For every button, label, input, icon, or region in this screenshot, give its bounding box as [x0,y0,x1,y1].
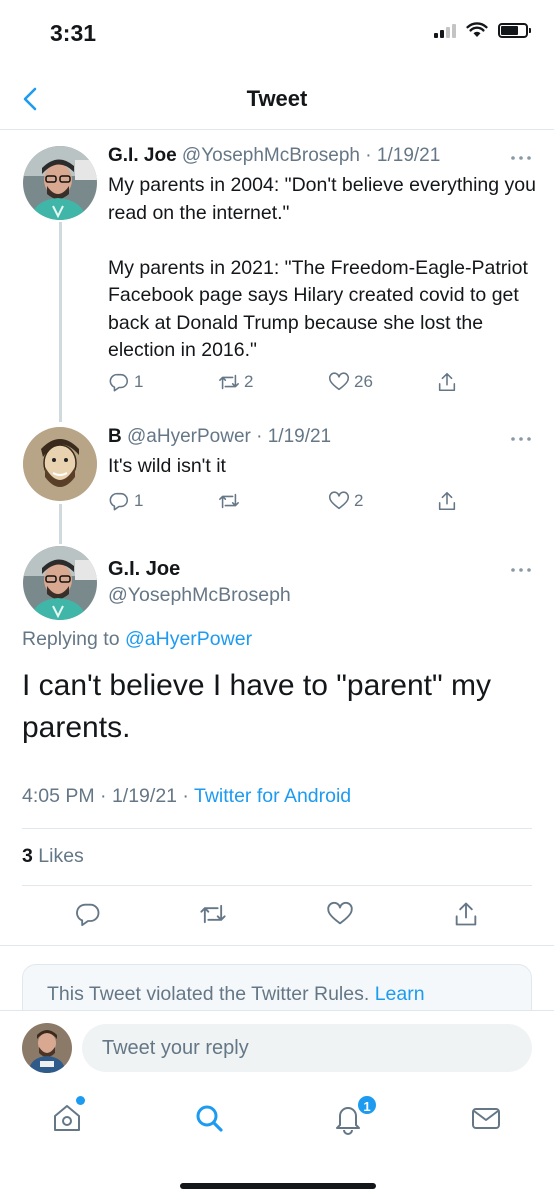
tweet-date: · 1/19/21 [256,426,332,447]
tweet-text: It's wild isn't it [108,455,226,477]
home-icon[interactable] [50,1101,84,1135]
bottom-bar: 1 [0,1010,554,1200]
retweet-icon [219,374,239,390]
likes-label: Likes [32,845,84,867]
share-icon[interactable] [452,900,480,928]
share-icon [438,372,456,392]
reply-count: 1 [134,491,144,510]
violation-text: This Tweet violated the Twitter Rules. L… [47,983,425,1006]
retweet-button[interactable]: 2 [218,371,253,393]
reply-icon[interactable] [74,900,102,928]
heart-icon[interactable] [326,900,354,928]
tweet-header: G.I. Joe @YosephMcBroseph · 1/19/21 [108,145,440,167]
reply-button[interactable]: 1 [108,371,143,393]
tweet-text: I can't believe I have to "parent" my pa… [22,669,491,744]
new-content-dot [76,1096,85,1105]
messages-icon[interactable] [469,1101,503,1135]
heart-icon [329,372,349,391]
share-icon [438,491,456,511]
replying-to-link[interactable]: @aHyerPower [125,628,252,650]
retweet-icon[interactable] [199,900,227,928]
tweet-source-link[interactable]: Twitter for Android [194,785,351,807]
tweet-actions: 1 2 26 [108,371,468,397]
retweet-button[interactable] [218,490,244,512]
avatar[interactable] [23,546,97,620]
display-name[interactable]: G.I. Joe [108,558,180,581]
nav-header: Tweet [0,70,554,130]
reply-input[interactable] [82,1024,532,1072]
status-icons [434,22,531,38]
replying-to: Replying to @aHyerPower [22,628,252,651]
more-options-icon[interactable] [510,154,532,162]
heart-icon [329,491,349,510]
like-count: 26 [354,372,373,391]
handle[interactable]: @YosephMcBroseph [182,145,360,166]
handle[interactable]: @YosephMcBroseph [108,584,291,607]
tweet-timestamp: 4:05 PM · 1/19/21 · [22,785,194,807]
reply-count: 1 [134,372,144,391]
like-button[interactable]: 26 [328,371,373,393]
reply-icon [109,373,129,392]
display-name[interactable]: B [108,426,122,447]
likes-summary[interactable]: 3 Likes [22,845,84,868]
replying-prefix: Replying to [22,628,125,650]
tweet-actions: 1 2 [108,490,468,516]
avatar[interactable] [23,427,97,501]
thread-line [59,504,62,544]
tweet-text: My parents in 2004: "Don't believe every… [108,174,536,361]
reply-icon [109,492,129,511]
handle[interactable]: @aHyerPower [127,426,251,447]
share-button[interactable] [436,490,458,512]
learn-more-link[interactable]: Learn [375,983,425,1005]
more-options-icon[interactable] [510,566,532,574]
my-avatar[interactable] [22,1023,72,1073]
home-indicator [180,1183,376,1189]
avatar[interactable] [23,146,97,220]
likes-count: 3 [22,845,33,867]
divider [22,828,532,829]
reply-button[interactable]: 1 [108,490,143,512]
focused-actions [0,900,554,930]
search-icon[interactable] [192,1101,226,1135]
signal-icon [434,22,456,38]
tweet-meta: 4:05 PM · 1/19/21 · Twitter for Android [22,785,351,808]
display-name[interactable]: G.I. Joe [108,145,177,166]
like-count: 2 [354,491,364,510]
notifications-badge: 1 [356,1094,378,1116]
retweet-count: 2 [244,372,254,391]
violation-message: This Tweet violated the Twitter Rules. [47,983,375,1005]
tweet-header: B @aHyerPower · 1/19/21 [108,426,331,448]
divider [0,945,554,946]
more-options-icon[interactable] [510,435,532,443]
status-bar: 3:31 [0,0,554,70]
share-button[interactable] [436,371,458,393]
wifi-icon [466,22,488,37]
status-time: 3:31 [50,20,97,46]
tweet-date: · 1/19/21 [365,145,441,166]
page-title: Tweet [246,86,308,111]
like-button[interactable]: 2 [328,490,363,512]
thread-line [59,222,62,422]
retweet-icon [219,493,239,509]
battery-icon [498,22,531,38]
divider [22,885,532,886]
